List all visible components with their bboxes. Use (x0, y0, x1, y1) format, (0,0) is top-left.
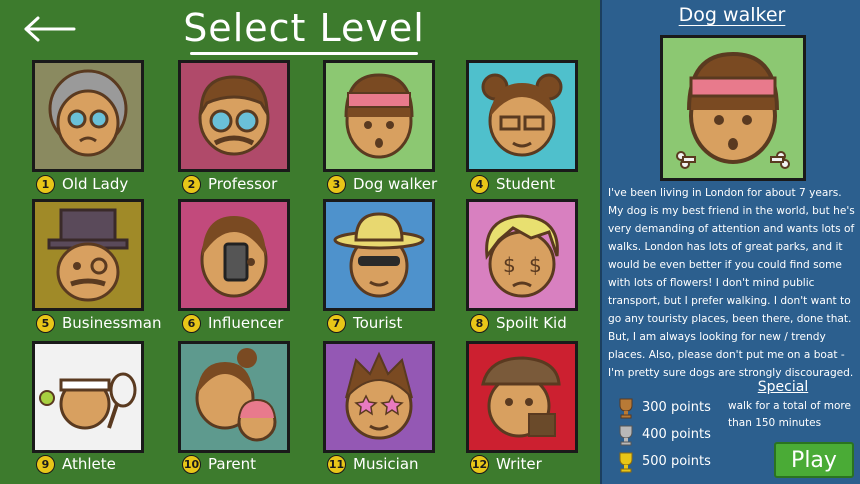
silver-points: 400 points (642, 427, 711, 442)
level-card-influencer[interactable] (178, 199, 290, 311)
level-card-spoilt-kid[interactable]: $ $ (466, 199, 578, 311)
level-name: Old Lady (62, 175, 129, 193)
gold-points: 500 points (642, 454, 711, 469)
businessman-portrait (47, 208, 129, 302)
level-label-1: 1 Old Lady (36, 173, 128, 195)
level-card-tourist[interactable] (323, 199, 435, 311)
dog-walker-large-portrait (676, 51, 790, 169)
level-label-8: 8 Spoilt Kid (470, 312, 567, 334)
dog-walker-portrait (344, 73, 414, 159)
level-number-badge: 2 (182, 174, 201, 194)
level-name: Athlete (62, 455, 116, 473)
level-label-11: 11 Musician (327, 453, 419, 475)
level-label-5: 5 Businessman (36, 312, 161, 334)
detail-description: I've been living in London for about 7 y… (608, 187, 855, 379)
level-card-athlete[interactable] (32, 341, 144, 453)
level-name: Writer (496, 455, 542, 473)
level-number-badge: 3 (327, 174, 346, 194)
level-name: Musician (353, 455, 419, 473)
level-card-businessman[interactable] (32, 199, 144, 311)
level-label-6: 6 Influencer (182, 312, 283, 334)
level-number-badge: 1 (36, 174, 55, 194)
tourist-portrait (333, 212, 425, 298)
level-label-2: 2 Professor (182, 173, 277, 195)
influencer-portrait (200, 216, 268, 298)
level-label-7: 7 Tourist (327, 312, 402, 334)
level-number-badge: 7 (327, 313, 346, 333)
level-grid-area: Select Level $ $ 1 Old Lady 2 Professor … (0, 0, 600, 484)
level-label-3: 3 Dog walker (327, 173, 437, 195)
detail-portrait (660, 35, 806, 181)
level-name: Parent (208, 455, 257, 473)
student-portrait (481, 73, 563, 157)
professor-portrait (198, 75, 270, 156)
level-card-student[interactable] (466, 60, 578, 172)
detail-title: Dog walker (678, 4, 786, 26)
level-name: Professor (208, 175, 278, 193)
svg-text:$: $ (529, 253, 542, 277)
athlete-portrait (39, 372, 137, 430)
level-card-professor[interactable] (178, 60, 290, 172)
writer-portrait (481, 356, 561, 438)
spoilt-kid-portrait: $ $ (485, 214, 559, 298)
level-number-badge: 4 (470, 174, 489, 194)
level-label-10: 10 Parent (182, 453, 256, 475)
level-label-4: 4 Student (470, 173, 555, 195)
level-card-parent[interactable] (178, 341, 290, 453)
level-label-9: 9 Athlete (36, 453, 116, 475)
gold-trophy-icon (619, 452, 633, 473)
level-card-old-lady[interactable] (32, 60, 144, 172)
level-detail-panel: Dog walker I've been living in London fo… (600, 0, 860, 484)
level-name: Businessman (62, 314, 162, 332)
bronze-points: 300 points (642, 400, 711, 415)
level-name: Dog walker (353, 175, 438, 193)
level-name: Student (496, 175, 556, 193)
level-card-dog-walker[interactable] (323, 60, 435, 172)
silver-trophy-icon (619, 425, 633, 446)
level-label-12: 12 Writer (470, 453, 542, 475)
old-lady-portrait (48, 69, 128, 157)
parent-portrait (195, 348, 277, 442)
special-title: Special (757, 379, 809, 395)
level-card-writer[interactable] (466, 341, 578, 453)
level-number-badge: 10 (182, 454, 201, 474)
page-title: Select Level (183, 6, 425, 50)
level-number-badge: 6 (182, 313, 201, 333)
level-name: Spoilt Kid (496, 314, 567, 332)
play-button[interactable]: Play (774, 442, 854, 478)
level-number-badge: 11 (327, 454, 346, 474)
svg-text:$: $ (503, 253, 516, 277)
level-name: Tourist (353, 314, 403, 332)
bronze-trophy-icon (619, 398, 633, 419)
level-number-badge: 9 (36, 454, 55, 474)
title-underline (190, 52, 418, 55)
level-name: Influencer (208, 314, 284, 332)
special-description: walk for a total of more than 150 minute… (728, 400, 851, 429)
level-card-musician[interactable] (323, 341, 435, 453)
musician-portrait (345, 351, 413, 440)
level-number-badge: 5 (36, 313, 55, 333)
level-number-badge: 12 (470, 454, 489, 474)
level-number-badge: 8 (470, 313, 489, 333)
